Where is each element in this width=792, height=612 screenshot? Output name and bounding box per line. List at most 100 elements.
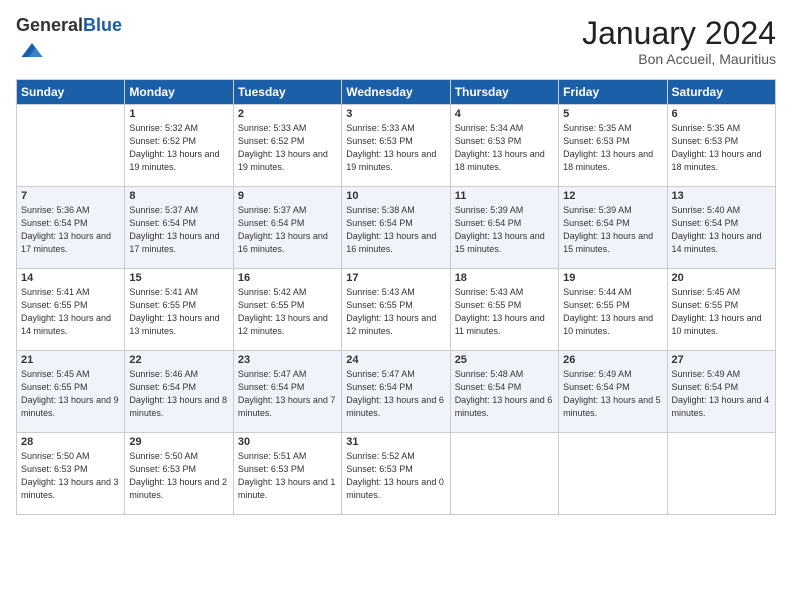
- day-number: 6: [672, 108, 771, 120]
- day-cell: 3 Sunrise: 5:33 AMSunset: 6:53 PMDaylight…: [342, 104, 450, 186]
- day-cell: 14 Sunrise: 5:41 AMSunset: 6:55 PMDayligh…: [17, 268, 125, 350]
- day-cell: 29 Sunrise: 5:50 AMSunset: 6:53 PMDayligh…: [125, 432, 233, 514]
- header-cell-saturday: Saturday: [667, 79, 775, 104]
- day-info: Sunrise: 5:44 AMSunset: 6:55 PMDaylight:…: [563, 286, 662, 338]
- day-cell: [559, 432, 667, 514]
- week-row-4: 28 Sunrise: 5:50 AMSunset: 6:53 PMDayligh…: [17, 432, 776, 514]
- day-number: 28: [21, 436, 120, 448]
- logo-blue: Blue: [83, 15, 122, 35]
- day-info: Sunrise: 5:33 AMSunset: 6:53 PMDaylight:…: [346, 122, 445, 174]
- header-cell-thursday: Thursday: [450, 79, 558, 104]
- day-cell: 21Sunrise: 5:45 AMSunset: 6:55 PMDayligh…: [17, 350, 125, 432]
- day-cell: [17, 104, 125, 186]
- day-number: 3: [346, 108, 445, 120]
- day-cell: 16Sunrise: 5:42 AMSunset: 6:55 PMDayligh…: [233, 268, 341, 350]
- day-cell: 30Sunrise: 5:51 AMSunset: 6:53 PMDayligh…: [233, 432, 341, 514]
- day-number: 30: [238, 436, 337, 448]
- day-number: 9: [238, 190, 337, 202]
- day-info: Sunrise: 5:33 AMSunset: 6:52 PMDaylight:…: [238, 122, 337, 174]
- day-number: 19: [563, 272, 662, 284]
- week-row-3: 21Sunrise: 5:45 AMSunset: 6:55 PMDayligh…: [17, 350, 776, 432]
- day-info: Sunrise: 5:46 AMSunset: 6:54 PMDaylight:…: [129, 368, 228, 420]
- day-cell: 28 Sunrise: 5:50 AMSunset: 6:53 PMDayligh…: [17, 432, 125, 514]
- calendar-header: GeneralBlue January 2024 Bon Accueil, Ma…: [16, 16, 776, 69]
- header-cell-wednesday: Wednesday: [342, 79, 450, 104]
- day-cell: 11Sunrise: 5:39 AMSunset: 6:54 PMDayligh…: [450, 186, 558, 268]
- day-info: Sunrise: 5:43 AMSunset: 6:55 PMDaylight:…: [346, 286, 445, 338]
- day-cell: 4 Sunrise: 5:34 AMSunset: 6:53 PMDaylight…: [450, 104, 558, 186]
- day-number: 4: [455, 108, 554, 120]
- header-cell-monday: Monday: [125, 79, 233, 104]
- day-number: 8: [129, 190, 228, 202]
- day-cell: 5 Sunrise: 5:35 AMSunset: 6:53 PMDaylight…: [559, 104, 667, 186]
- day-cell: 22 Sunrise: 5:46 AMSunset: 6:54 PMDayligh…: [125, 350, 233, 432]
- day-number: 23: [238, 354, 337, 366]
- day-cell: 24Sunrise: 5:47 AMSunset: 6:54 PMDayligh…: [342, 350, 450, 432]
- day-cell: 23 Sunrise: 5:47 AMSunset: 6:54 PMDayligh…: [233, 350, 341, 432]
- week-row-0: 1Sunrise: 5:32 AMSunset: 6:52 PMDaylight…: [17, 104, 776, 186]
- week-row-2: 14 Sunrise: 5:41 AMSunset: 6:55 PMDayligh…: [17, 268, 776, 350]
- day-number: 20: [672, 272, 771, 284]
- day-info: Sunrise: 5:34 AMSunset: 6:53 PMDaylight:…: [455, 122, 554, 174]
- day-number: 12: [563, 190, 662, 202]
- header-cell-tuesday: Tuesday: [233, 79, 341, 104]
- day-cell: 20 Sunrise: 5:45 AMSunset: 6:55 PMDayligh…: [667, 268, 775, 350]
- day-info: Sunrise: 5:49 AMSunset: 6:54 PMDaylight:…: [563, 368, 662, 420]
- day-cell: 31Sunrise: 5:52 AMSunset: 6:53 PMDayligh…: [342, 432, 450, 514]
- day-info: Sunrise: 5:37 AMSunset: 6:54 PMDaylight:…: [238, 204, 337, 256]
- day-cell: 12 Sunrise: 5:39 AMSunset: 6:54 PMDayligh…: [559, 186, 667, 268]
- day-number: 14: [21, 272, 120, 284]
- day-info: Sunrise: 5:52 AMSunset: 6:53 PMDaylight:…: [346, 450, 445, 502]
- day-info: Sunrise: 5:50 AMSunset: 6:53 PMDaylight:…: [129, 450, 228, 502]
- day-info: Sunrise: 5:35 AMSunset: 6:53 PMDaylight:…: [563, 122, 662, 174]
- day-number: 2: [238, 108, 337, 120]
- day-cell: 7Sunrise: 5:36 AMSunset: 6:54 PMDaylight…: [17, 186, 125, 268]
- day-cell: 10Sunrise: 5:38 AMSunset: 6:54 PMDayligh…: [342, 186, 450, 268]
- calendar-thead: SundayMondayTuesdayWednesdayThursdayFrid…: [17, 79, 776, 104]
- day-cell: 26 Sunrise: 5:49 AMSunset: 6:54 PMDayligh…: [559, 350, 667, 432]
- day-number: 18: [455, 272, 554, 284]
- day-cell: [667, 432, 775, 514]
- day-number: 25: [455, 354, 554, 366]
- logo-icon: [18, 36, 46, 64]
- day-info: Sunrise: 5:47 AMSunset: 6:54 PMDaylight:…: [346, 368, 445, 420]
- day-info: Sunrise: 5:45 AMSunset: 6:55 PMDaylight:…: [672, 286, 771, 338]
- day-number: 11: [455, 190, 554, 202]
- day-cell: 8Sunrise: 5:37 AMSunset: 6:54 PMDaylight…: [125, 186, 233, 268]
- day-number: 27: [672, 354, 771, 366]
- day-info: Sunrise: 5:49 AMSunset: 6:54 PMDaylight:…: [672, 368, 771, 420]
- day-info: Sunrise: 5:39 AMSunset: 6:54 PMDaylight:…: [563, 204, 662, 256]
- day-number: 22: [129, 354, 228, 366]
- day-info: Sunrise: 5:41 AMSunset: 6:55 PMDaylight:…: [129, 286, 228, 338]
- day-info: Sunrise: 5:40 AMSunset: 6:54 PMDaylight:…: [672, 204, 771, 256]
- day-cell: 15 Sunrise: 5:41 AMSunset: 6:55 PMDayligh…: [125, 268, 233, 350]
- day-number: 17: [346, 272, 445, 284]
- day-cell: 19 Sunrise: 5:44 AMSunset: 6:55 PMDayligh…: [559, 268, 667, 350]
- day-number: 26: [563, 354, 662, 366]
- day-number: 15: [129, 272, 228, 284]
- week-row-1: 7Sunrise: 5:36 AMSunset: 6:54 PMDaylight…: [17, 186, 776, 268]
- calendar-container: GeneralBlue January 2024 Bon Accueil, Ma…: [0, 0, 792, 612]
- calendar-body: 1Sunrise: 5:32 AMSunset: 6:52 PMDaylight…: [17, 104, 776, 514]
- day-cell: 13Sunrise: 5:40 AMSunset: 6:54 PMDayligh…: [667, 186, 775, 268]
- title-block: January 2024 Bon Accueil, Mauritius: [582, 16, 776, 67]
- day-cell: 17 Sunrise: 5:43 AMSunset: 6:55 PMDayligh…: [342, 268, 450, 350]
- day-number: 5: [563, 108, 662, 120]
- month-title: January 2024: [582, 16, 776, 51]
- day-info: Sunrise: 5:41 AMSunset: 6:55 PMDaylight:…: [21, 286, 120, 338]
- day-info: Sunrise: 5:47 AMSunset: 6:54 PMDaylight:…: [238, 368, 337, 420]
- location: Bon Accueil, Mauritius: [582, 51, 776, 67]
- day-number: 29: [129, 436, 228, 448]
- day-info: Sunrise: 5:48 AMSunset: 6:54 PMDaylight:…: [455, 368, 554, 420]
- header-row: SundayMondayTuesdayWednesdayThursdayFrid…: [17, 79, 776, 104]
- day-info: Sunrise: 5:43 AMSunset: 6:55 PMDaylight:…: [455, 286, 554, 338]
- day-info: Sunrise: 5:50 AMSunset: 6:53 PMDaylight:…: [21, 450, 120, 502]
- calendar-table: SundayMondayTuesdayWednesdayThursdayFrid…: [16, 79, 776, 515]
- day-cell: 18 Sunrise: 5:43 AMSunset: 6:55 PMDayligh…: [450, 268, 558, 350]
- day-cell: 25 Sunrise: 5:48 AMSunset: 6:54 PMDayligh…: [450, 350, 558, 432]
- day-number: 1: [129, 108, 228, 120]
- day-info: Sunrise: 5:38 AMSunset: 6:54 PMDaylight:…: [346, 204, 445, 256]
- logo: GeneralBlue: [16, 16, 122, 69]
- logo-general: General: [16, 15, 83, 35]
- header-cell-sunday: Sunday: [17, 79, 125, 104]
